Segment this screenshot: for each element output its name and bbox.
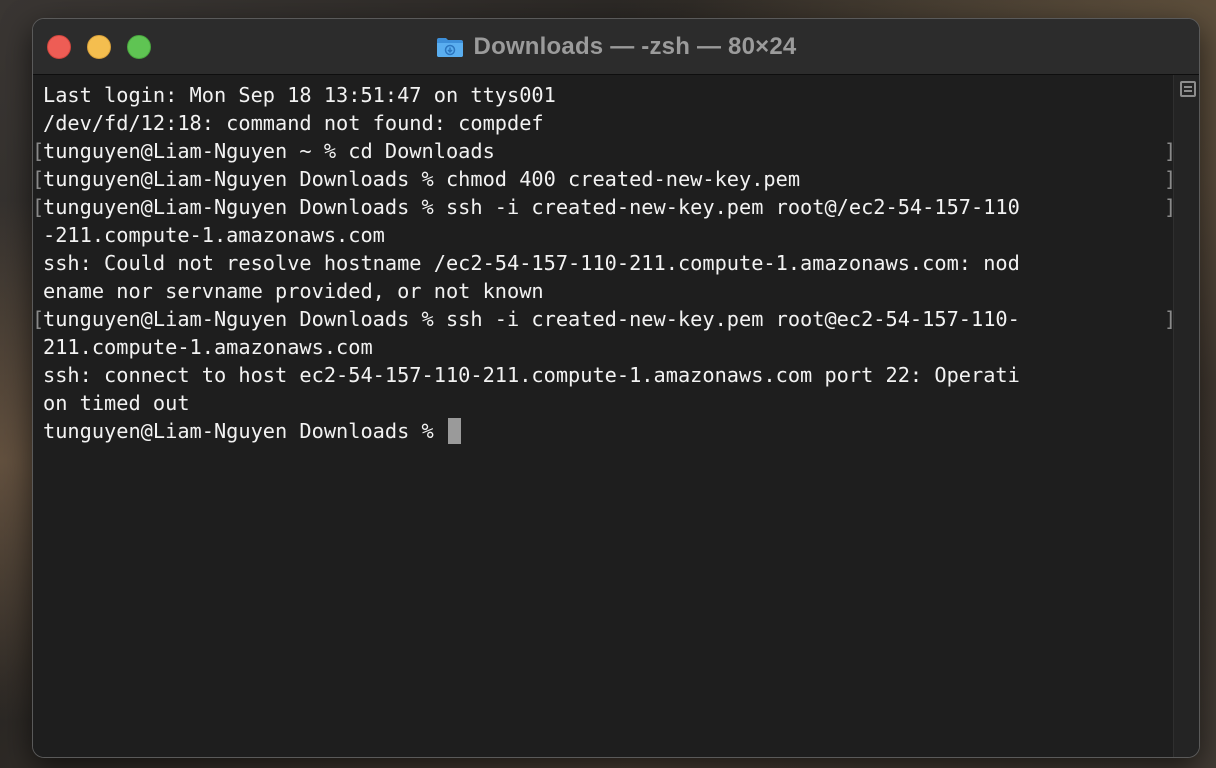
terminal-line: [tunguyen@Liam-Nguyen ~ % cd Downloads] [33, 137, 1176, 165]
scrollbar[interactable] [1173, 75, 1199, 757]
terminal-line: [tunguyen@Liam-Nguyen Downloads % chmod … [33, 165, 1176, 193]
line-text: tunguyen@Liam-Nguyen Downloads % chmod 4… [43, 167, 801, 191]
title-bar[interactable]: Downloads — -zsh — 80×24 [33, 19, 1199, 75]
line-text: ssh: connect to host ec2-54-157-110-211.… [43, 363, 1020, 387]
terminal-output[interactable]: Last login: Mon Sep 18 13:51:47 on ttys0… [33, 75, 1176, 757]
line-text: tunguyen@Liam-Nguyen ~ % cd Downloads [43, 139, 495, 163]
line-text: ssh: Could not resolve hostname /ec2-54-… [43, 251, 1020, 275]
folder-icon [436, 36, 464, 58]
terminal-line: ssh: Could not resolve hostname /ec2-54-… [43, 249, 1173, 277]
line-text: tunguyen@Liam-Nguyen Downloads % ssh -i … [43, 195, 1020, 219]
window-title-wrap: Downloads — -zsh — 80×24 [33, 19, 1199, 75]
zoom-button[interactable] [127, 35, 151, 59]
line-text: Last login: Mon Sep 18 13:51:47 on ttys0… [43, 83, 556, 107]
line-marker-left: [ [32, 139, 45, 163]
terminal-window: Downloads — -zsh — 80×24 Last login: Mon… [32, 18, 1200, 758]
terminal-prompt-line[interactable]: tunguyen@Liam-Nguyen Downloads % [43, 417, 1173, 445]
line-text: on timed out [43, 391, 190, 415]
line-text: tunguyen@Liam-Nguyen Downloads % ssh -i … [43, 307, 1020, 331]
minimize-button[interactable] [87, 35, 111, 59]
close-button[interactable] [47, 35, 71, 59]
line-text: 211.compute-1.amazonaws.com [43, 335, 373, 359]
terminal-line: [tunguyen@Liam-Nguyen Downloads % ssh -i… [33, 193, 1176, 221]
text-cursor [447, 418, 461, 444]
terminal-line: /dev/fd/12:18: command not found: compde… [43, 109, 1173, 137]
line-text: ename nor servname provided, or not know… [43, 279, 544, 303]
line-marker-left: [ [32, 167, 45, 191]
terminal-line: 211.compute-1.amazonaws.com [43, 333, 1173, 361]
terminal-line: ename nor servname provided, or not know… [43, 277, 1173, 305]
terminal-line: [tunguyen@Liam-Nguyen Downloads % ssh -i… [33, 305, 1176, 333]
terminal-line: ssh: connect to host ec2-54-157-110-211.… [43, 361, 1173, 389]
terminal-line: -211.compute-1.amazonaws.com [43, 221, 1173, 249]
line-marker-left: [ [32, 195, 45, 219]
line-text: -211.compute-1.amazonaws.com [43, 223, 385, 247]
window-title: Downloads — -zsh — 80×24 [473, 33, 797, 60]
terminal-line: Last login: Mon Sep 18 13:51:47 on ttys0… [43, 81, 1173, 109]
line-text: /dev/fd/12:18: command not found: compde… [43, 111, 544, 135]
line-marker-left: [ [32, 307, 45, 331]
split-pane-icon[interactable] [1180, 81, 1196, 97]
terminal-line: on timed out [43, 389, 1173, 417]
shell-prompt: tunguyen@Liam-Nguyen Downloads % [43, 419, 446, 443]
